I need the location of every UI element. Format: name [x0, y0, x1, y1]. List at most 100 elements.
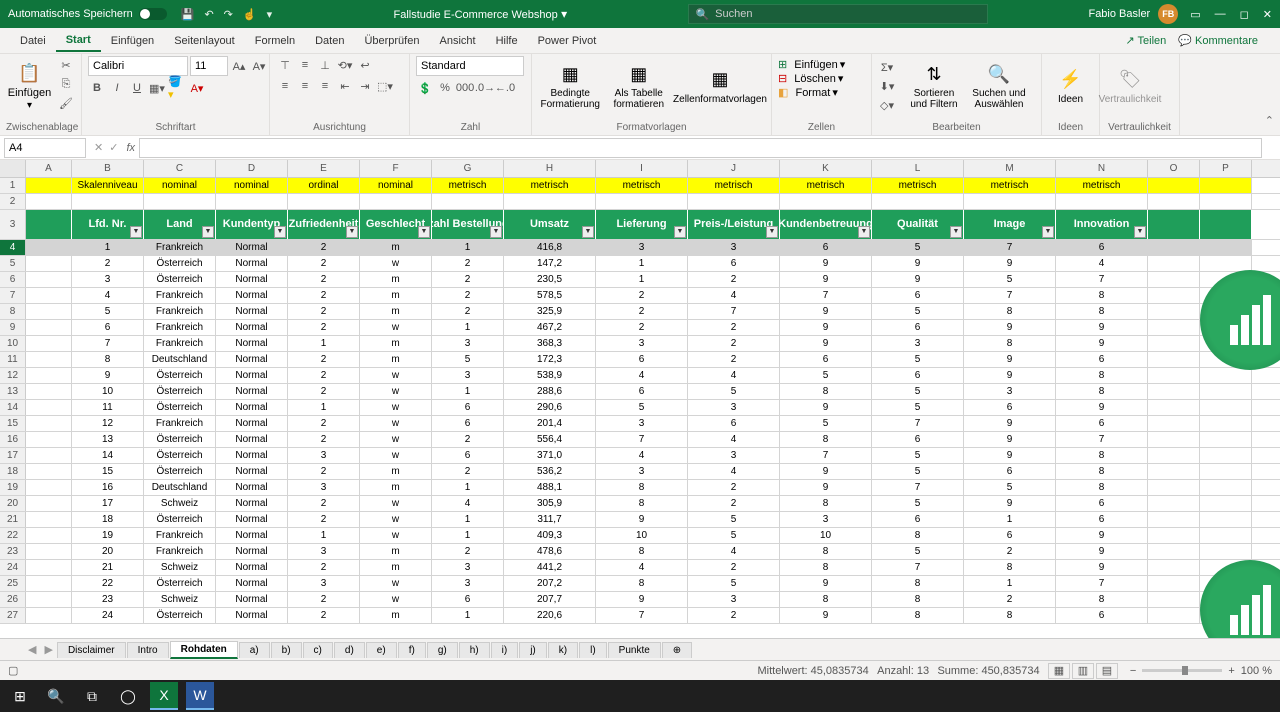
cell[interactable]: 2	[688, 272, 780, 287]
cell[interactable]: 15	[72, 464, 144, 479]
cell[interactable]: 3	[288, 448, 360, 463]
cell[interactable]: 2	[688, 480, 780, 495]
cell[interactable]: Österreich	[144, 464, 216, 479]
cell[interactable]: 2	[288, 352, 360, 367]
search-box[interactable]: 🔍 Suchen	[688, 4, 988, 24]
cell[interactable]: 467,2	[504, 320, 596, 335]
cell[interactable]: 8	[72, 352, 144, 367]
cell[interactable]: 7	[1056, 272, 1148, 287]
cell[interactable]: 2	[688, 608, 780, 623]
autosum-icon[interactable]: Σ▾	[878, 58, 896, 76]
cell[interactable]: 3	[872, 336, 964, 351]
cell[interactable]: Normal	[216, 416, 288, 431]
format-painter-icon[interactable]: 🖌	[57, 94, 75, 112]
percent-icon[interactable]: %	[436, 79, 454, 97]
cell[interactable]: 1	[432, 480, 504, 495]
cell[interactable]: 536,2	[504, 464, 596, 479]
cell[interactable]: 2	[288, 304, 360, 319]
cell[interactable]	[1200, 178, 1252, 193]
cell[interactable]: 5	[688, 384, 780, 399]
cell[interactable]	[26, 272, 72, 287]
cell[interactable]: 290,6	[504, 400, 596, 415]
cell[interactable]: Frankreich	[144, 240, 216, 255]
cell[interactable]: 6	[872, 432, 964, 447]
cell[interactable]: 9	[596, 592, 688, 607]
cell[interactable]	[26, 608, 72, 623]
cell[interactable]	[26, 528, 72, 543]
more-icon[interactable]: ▾	[267, 8, 273, 21]
cell[interactable]: m	[360, 480, 432, 495]
cell[interactable]: 9	[964, 352, 1056, 367]
cell[interactable]	[26, 400, 72, 415]
cell[interactable]	[26, 352, 72, 367]
cell[interactable]: 10	[780, 528, 872, 543]
fill-color-icon[interactable]: 🪣▾	[168, 79, 186, 97]
cell[interactable]: 9	[780, 400, 872, 415]
cell[interactable]: 8	[872, 528, 964, 543]
cell[interactable]	[1148, 272, 1200, 287]
cell[interactable]: 14	[72, 448, 144, 463]
cell[interactable]: 488,1	[504, 480, 596, 495]
cell[interactable]: 11	[72, 400, 144, 415]
column-header[interactable]: N	[1056, 160, 1148, 177]
sheet-tab[interactable]: a)	[239, 642, 270, 658]
sheet-tab[interactable]: f)	[398, 642, 426, 658]
task-view-icon[interactable]: ⧉	[78, 682, 106, 710]
cell[interactable]	[1148, 480, 1200, 495]
cell[interactable]: w	[360, 416, 432, 431]
cell[interactable]: 8	[596, 496, 688, 511]
cell[interactable]: 9	[780, 608, 872, 623]
cell[interactable]	[1200, 194, 1252, 209]
cell[interactable]: Österreich	[144, 448, 216, 463]
cell[interactable]: Normal	[216, 528, 288, 543]
cell[interactable]: 3	[688, 592, 780, 607]
cell[interactable]: 2	[688, 560, 780, 575]
borders-icon[interactable]: ▦▾	[148, 79, 166, 97]
cell[interactable]: Österreich	[144, 384, 216, 399]
zoom-in-button[interactable]: +	[1228, 665, 1234, 677]
cell[interactable]: 2	[288, 432, 360, 447]
cell[interactable]	[26, 544, 72, 559]
cell[interactable]	[1200, 256, 1252, 271]
cell[interactable]: 9	[596, 512, 688, 527]
cell[interactable]: 9	[964, 368, 1056, 383]
cell[interactable]: 3	[432, 368, 504, 383]
cell[interactable]: 2	[288, 272, 360, 287]
cell[interactable]: Deutschland	[144, 480, 216, 495]
fill-icon[interactable]: ⬇▾	[878, 77, 896, 95]
cell[interactable]: 5	[688, 512, 780, 527]
cell[interactable]: 2	[432, 304, 504, 319]
sheet-tab[interactable]: Punkte	[608, 642, 661, 658]
cell[interactable]	[1200, 432, 1252, 447]
cell[interactable]	[26, 240, 72, 255]
cell[interactable]	[1148, 336, 1200, 351]
cell[interactable]: Normal	[216, 512, 288, 527]
cell[interactable]: Normal	[216, 336, 288, 351]
align-left-icon[interactable]: ≡	[276, 77, 294, 95]
cell[interactable]: 6	[872, 512, 964, 527]
cell[interactable]: 416,8	[504, 240, 596, 255]
cell[interactable]: m	[360, 288, 432, 303]
cell[interactable]: 9	[780, 576, 872, 591]
autosave-toggle[interactable]: Automatisches Speichern	[8, 8, 167, 20]
cell[interactable]	[26, 496, 72, 511]
delete-cells-button[interactable]: ⊟ Löschen ▾	[778, 72, 843, 85]
cell[interactable]	[26, 576, 72, 591]
cell[interactable]: 1	[432, 240, 504, 255]
row-header[interactable]: 26	[0, 592, 26, 607]
comments-button[interactable]: 💬 Kommentare	[1178, 34, 1258, 47]
cell[interactable]: 6	[596, 352, 688, 367]
filter-arrow-icon[interactable]: ▼	[202, 226, 214, 238]
cell[interactable]: 1	[596, 256, 688, 271]
cell[interactable]: Normal	[216, 304, 288, 319]
cell[interactable]: Normal	[216, 256, 288, 271]
cell[interactable]: 3	[596, 416, 688, 431]
row-header[interactable]: 15	[0, 416, 26, 431]
cell[interactable]: 409,3	[504, 528, 596, 543]
cell[interactable]	[1200, 210, 1252, 239]
cell[interactable]	[1148, 528, 1200, 543]
cell[interactable]: 8	[1056, 288, 1148, 303]
cell[interactable]: 1	[432, 608, 504, 623]
cell[interactable]	[1200, 512, 1252, 527]
tab-nav-next[interactable]: ▶	[44, 643, 52, 656]
